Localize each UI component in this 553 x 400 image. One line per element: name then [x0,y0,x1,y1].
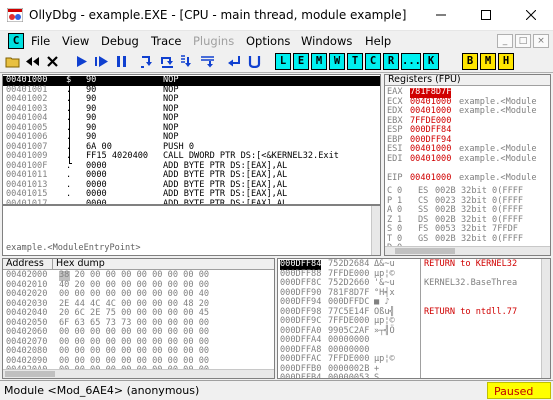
trace-over-icon[interactable] [199,53,216,70]
dump-scrollbar[interactable] [3,369,274,378]
minimize-button[interactable] [418,0,464,30]
memory-window-button[interactable]: M [311,53,327,70]
registers-scroll-thumb[interactable] [395,248,455,254]
register-name: EIP [387,172,403,183]
dump-pane[interactable]: Address Hex dump 00402000 38 20 00 00 00 … [2,258,275,379]
menu-windows[interactable]: Windows [301,34,352,48]
rewind-icon[interactable] [24,53,41,70]
info-pane[interactable]: example.<ModuleEntryPoint> [2,205,381,256]
memory-breakpoints-window-button[interactable]: M [480,53,496,70]
window-title: OllyDbg - example.EXE - [CPU - main thre… [29,8,407,22]
register-row[interactable]: EIP 00401000 example.<Module [385,172,550,184]
menu-view[interactable]: View [62,34,89,48]
run-trace-window-button[interactable]: ... [401,53,421,70]
execute-till-user-code-icon[interactable] [246,53,263,70]
stack-comment: RETURN to ntdll.77 [424,306,518,317]
info-text: example.<ModuleEntryPoint> [6,243,141,253]
stack-divider [420,259,421,378]
stack-address: 000DFFB4 [280,373,322,379]
function-bracket [69,86,72,164]
disasm-row[interactable]: 00401004. 90 NOP [3,113,380,124]
mdi-controls: _ □ × [497,34,549,48]
stack-ascii: »┬╣Ö [374,325,395,336]
maximize-button[interactable] [463,0,509,30]
pause-icon[interactable] [113,53,130,70]
menu-file[interactable]: File [31,34,50,48]
stack-pane[interactable]: 000DFF84 752D2684 Δ&~u RETURN to KERNEL32 00… [277,258,551,379]
menu-debug[interactable]: Debug [101,34,139,48]
stack-value: 00000053 [328,373,370,379]
threads-window-button[interactable]: T [347,53,363,70]
close-button[interactable] [508,0,553,30]
run-thread-icon[interactable] [93,53,110,70]
disasm-row[interactable]: 00401002. 90 NOP [3,94,380,105]
registers-pane[interactable]: Registers (FPU) EAX 781F8D7F ECX 00401000 ex… [384,74,551,256]
cpu-window-logo[interactable]: C [8,33,24,49]
log-window-button[interactable]: L [275,53,291,70]
menu-trace[interactable]: Trace [151,34,182,48]
menu-bar: C File View Debug Trace Plugins Options … [0,31,553,51]
dump-scroll-thumb[interactable] [5,371,55,377]
run-icon[interactable] [73,53,90,70]
execute-till-return-icon[interactable] [226,53,243,70]
trace-into-icon[interactable] [179,53,196,70]
mdi-minimize-button[interactable]: _ [497,34,513,48]
open-icon[interactable] [4,53,21,70]
disasm-row[interactable]: 00401000 $90 NOP [3,75,380,86]
segment-value: 002B [435,233,456,244]
register-value: 00401000 [410,172,452,183]
close-icon[interactable] [44,53,61,70]
dump-hex-header[interactable]: Hex dump [53,259,274,270]
disasm-row[interactable]: 00401003. 90 NOP [3,104,380,115]
step-over-icon[interactable] [159,53,176,70]
menu-help[interactable]: Help [365,34,391,48]
info-scrollbar[interactable] [371,206,380,255]
flag-row[interactable]: T 0 GS 002B 32bit 0(FFFF [385,233,550,245]
register-comment: example.<Module [459,106,537,116]
register-comment: example.<Module [459,172,537,183]
windows-window-button[interactable]: W [329,53,345,70]
disasm-row[interactable]: 00401001. 90 NOP [3,85,380,96]
stack-comment: RETURN to KERNEL32 [424,259,518,269]
ollydbg-app-icon [6,7,24,23]
stack-scrollbar[interactable] [541,259,550,378]
mdi-close-button[interactable]: × [533,34,549,48]
registers-header: Registers (FPU) [385,75,550,86]
title-bar: OllyDbg - example.EXE - [CPU - main thre… [0,0,553,31]
disassembly-pane[interactable]: 00401000 $90 NOP 00401001. 90 NOP 00401002. 90 N… [2,74,381,205]
status-message: Module <Mod_6AE4> (anonymous) [4,384,200,397]
hardware-breakpoints-window-button[interactable]: H [498,53,514,70]
references-window-button[interactable]: R [383,53,399,70]
menu-options[interactable]: Options [246,34,290,48]
modules-window-button[interactable]: E [293,53,309,70]
stack-ascii: S [374,373,380,379]
register-comment: example.<Module [459,153,537,164]
stack-comment: KERNEL32.BaseThrea [424,278,518,288]
paused-status-badge: Paused [487,382,551,399]
register-value: 00401000 [410,153,452,164]
cpu-window-button[interactable]: C [365,53,381,70]
menu-plugins[interactable]: Plugins [193,34,234,48]
stack-row[interactable]: 000DFFB4 00000053 S [278,373,550,379]
status-bar: Module <Mod_6AE4> (anonymous) Paused [0,380,553,400]
call-stack-window-button[interactable]: K [423,53,439,70]
mdi-restore-button[interactable]: □ [515,34,531,48]
segment-desc: 32bit 0(FFFF [461,233,524,244]
register-name: EDI [387,153,403,164]
step-into-icon[interactable] [139,53,156,70]
toolbar: L E M W T C R ... K B M H [0,51,553,73]
registers-scrollbar[interactable] [385,246,550,255]
disasm-row[interactable]: 00401005. 90 NOP [3,123,380,134]
breakpoints-window-button[interactable]: B [462,53,478,70]
segment-name: GS [418,233,429,244]
register-row[interactable]: EDI 00401000 example.<Module [385,153,550,165]
dump-address-header[interactable]: Address [3,259,53,270]
